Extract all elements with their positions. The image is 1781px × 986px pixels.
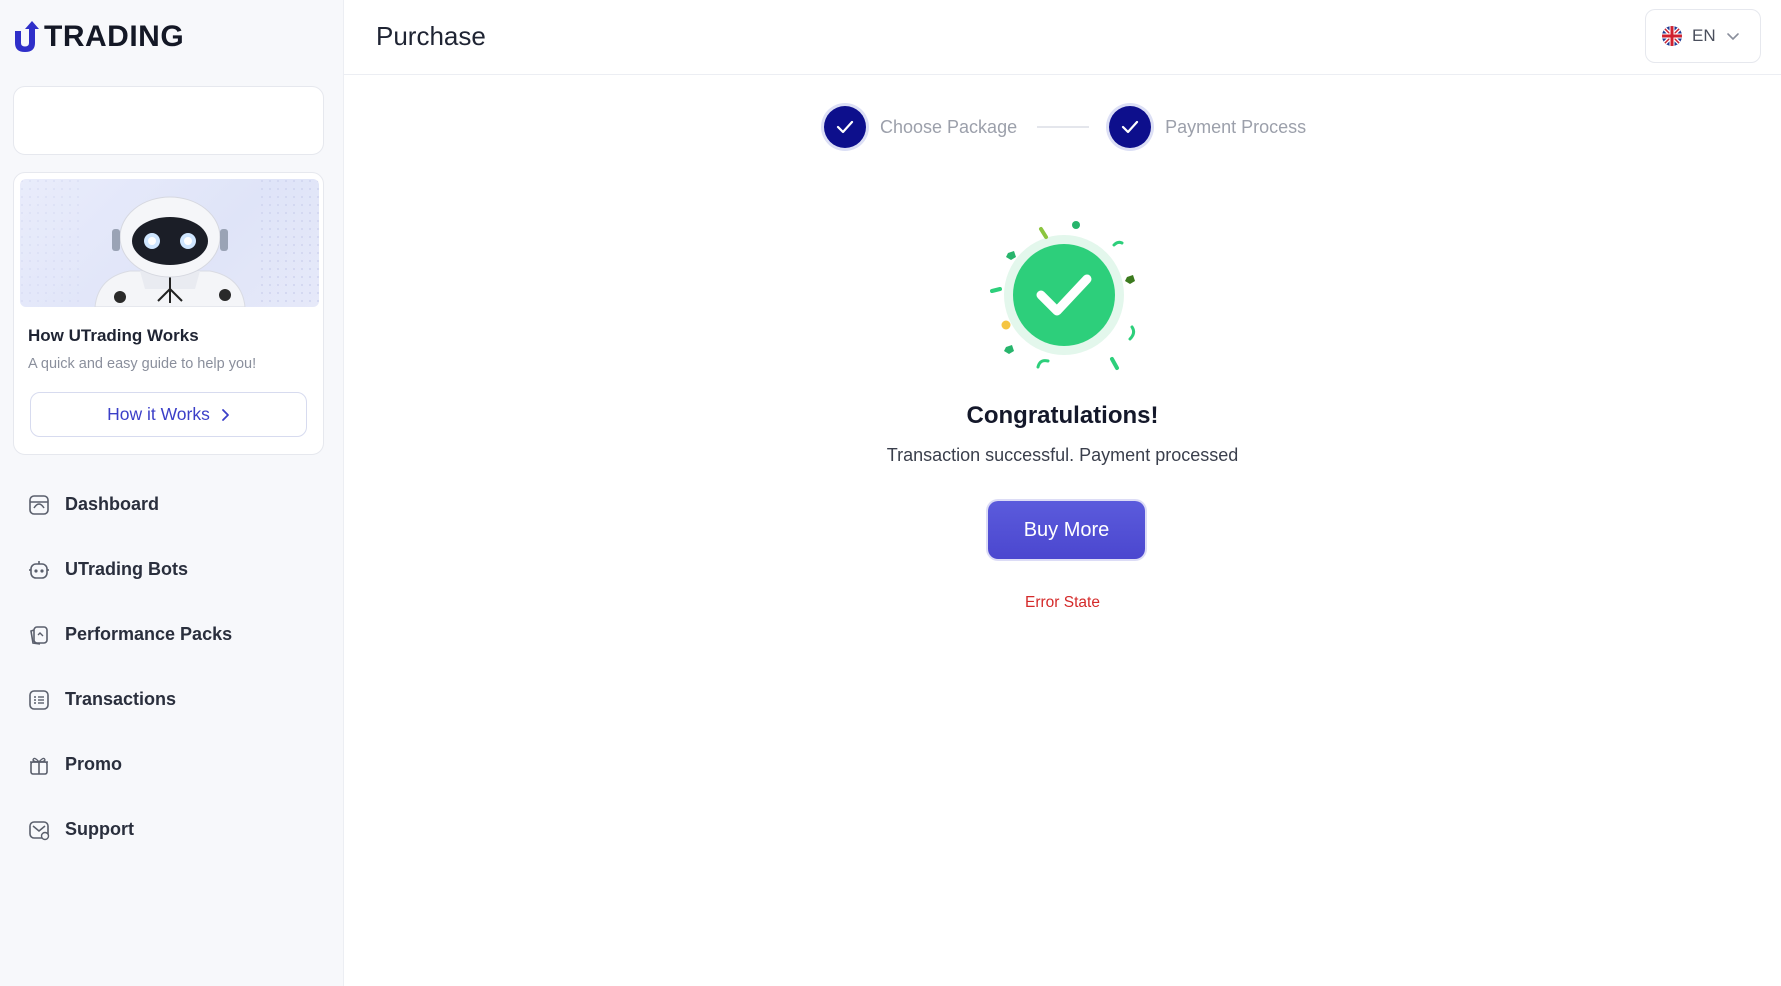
app-window: TRADING How UTrading Works A quick and e… [0,0,1781,986]
step-payment-process: Payment Process [1109,106,1306,148]
chevron-down-icon [1726,33,1739,41]
how-it-works-button[interactable]: How it Works [30,392,307,437]
error-state-text: Error State [1025,594,1100,611]
page-title: Purchase [376,21,486,51]
language-label: EN [1692,26,1716,45]
sidebar-item-promo[interactable]: Promo [0,732,344,797]
robot-icon [20,179,319,307]
how-it-works-label: How it Works [107,404,210,424]
support-icon [27,818,51,842]
bot-icon [27,558,51,582]
sidebar-item-label: Promo [65,754,123,774]
success-message: Transaction successful. Payment processe… [886,445,1239,465]
sidebar: TRADING How UTrading Works A quick and e… [0,0,344,986]
packs-icon [27,623,51,647]
step-label: Payment Process [1165,116,1307,137]
logo-mark-icon [15,21,39,52]
success-title: Congratulations! [966,402,1159,429]
guide-title: How UTrading Works [28,326,199,345]
sidebar-item-dashboard[interactable]: Dashboard [0,472,344,537]
sidebar-item-utrading-bots[interactable]: UTrading Bots [0,537,344,602]
sidebar-item-label: Dashboard [65,494,160,514]
dashboard-icon [27,493,51,517]
sidebar-item-transactions[interactable]: Transactions [0,667,344,732]
guide-subtitle: A quick and easy guide to help you! [28,356,257,372]
sidebar-item-support[interactable]: Support [0,797,344,862]
purchase-stepper: Choose Package Payment Process [824,106,1306,148]
chevron-right-icon [221,408,229,421]
sidebar-nav: Dashboard UTrading Bots Performance Pack… [0,472,344,862]
brand-logo[interactable]: TRADING [12,18,184,56]
sidebar-item-label: UTrading Bots [65,559,189,579]
step-choose-package: Choose Package [824,106,1017,148]
step-complete-check-icon [1109,106,1152,148]
gift-icon [27,753,51,777]
step-connector [1037,126,1090,128]
sidebar-item-label: Transactions [65,689,177,709]
robot-illustration [20,179,319,307]
guide-card: How UTrading Works A quick and easy guid… [13,172,324,455]
sidebar-item-label: Support [65,819,134,839]
sidebar-item-label: Performance Packs [65,624,233,644]
buy-more-button[interactable]: Buy More [988,501,1145,559]
sidebar-search-box[interactable] [13,86,324,155]
top-bar: Purchase EN [344,0,1781,75]
language-selector[interactable]: EN [1645,9,1761,63]
main-content: Purchase EN Choose Package Payment Proce… [344,0,1781,986]
logo-text: TRADING [44,20,185,53]
sidebar-item-performance-packs[interactable]: Performance Packs [0,602,344,667]
success-check-icon [984,215,1144,375]
transactions-icon [27,688,51,712]
uk-flag-icon [1662,26,1682,46]
step-complete-check-icon [824,106,866,148]
step-label: Choose Package [880,116,1018,137]
